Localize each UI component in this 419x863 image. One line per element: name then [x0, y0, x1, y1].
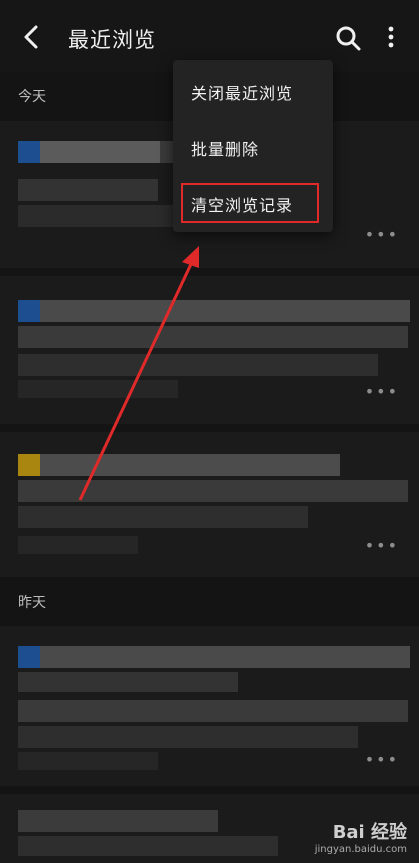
- highlight-box: [181, 183, 319, 223]
- history-item[interactable]: •••: [0, 276, 419, 424]
- more-options-icon[interactable]: •••: [365, 382, 399, 401]
- more-options-icon[interactable]: •••: [365, 536, 399, 555]
- back-chevron-icon[interactable]: [16, 22, 46, 52]
- more-options-icon[interactable]: •••: [365, 750, 399, 769]
- history-item[interactable]: •••: [0, 626, 419, 786]
- site-favicon: [18, 454, 40, 476]
- more-vertical-icon[interactable]: [380, 24, 402, 52]
- section-header-yesterday: 昨天: [0, 578, 419, 624]
- menu-item-close-recent[interactable]: 关闭最近浏览: [191, 80, 293, 104]
- section-label: 今天: [18, 89, 46, 105]
- search-icon[interactable]: [334, 24, 362, 52]
- blurred-title: [40, 454, 340, 476]
- site-favicon: [18, 141, 40, 163]
- history-item[interactable]: •••: [0, 432, 419, 577]
- section-label: 昨天: [18, 595, 46, 611]
- watermark-logo: Bai 经验 jingyan.baidu.com: [314, 822, 407, 855]
- blurred-title: [40, 646, 410, 668]
- page-title: 最近浏览: [68, 28, 156, 52]
- site-favicon: [18, 300, 40, 322]
- blurred-title: [18, 810, 218, 832]
- more-options-icon[interactable]: •••: [365, 225, 399, 244]
- blurred-title: [40, 300, 410, 322]
- blurred-title: [40, 141, 160, 163]
- site-favicon: [18, 646, 40, 668]
- menu-item-batch-delete[interactable]: 批量删除: [191, 136, 259, 160]
